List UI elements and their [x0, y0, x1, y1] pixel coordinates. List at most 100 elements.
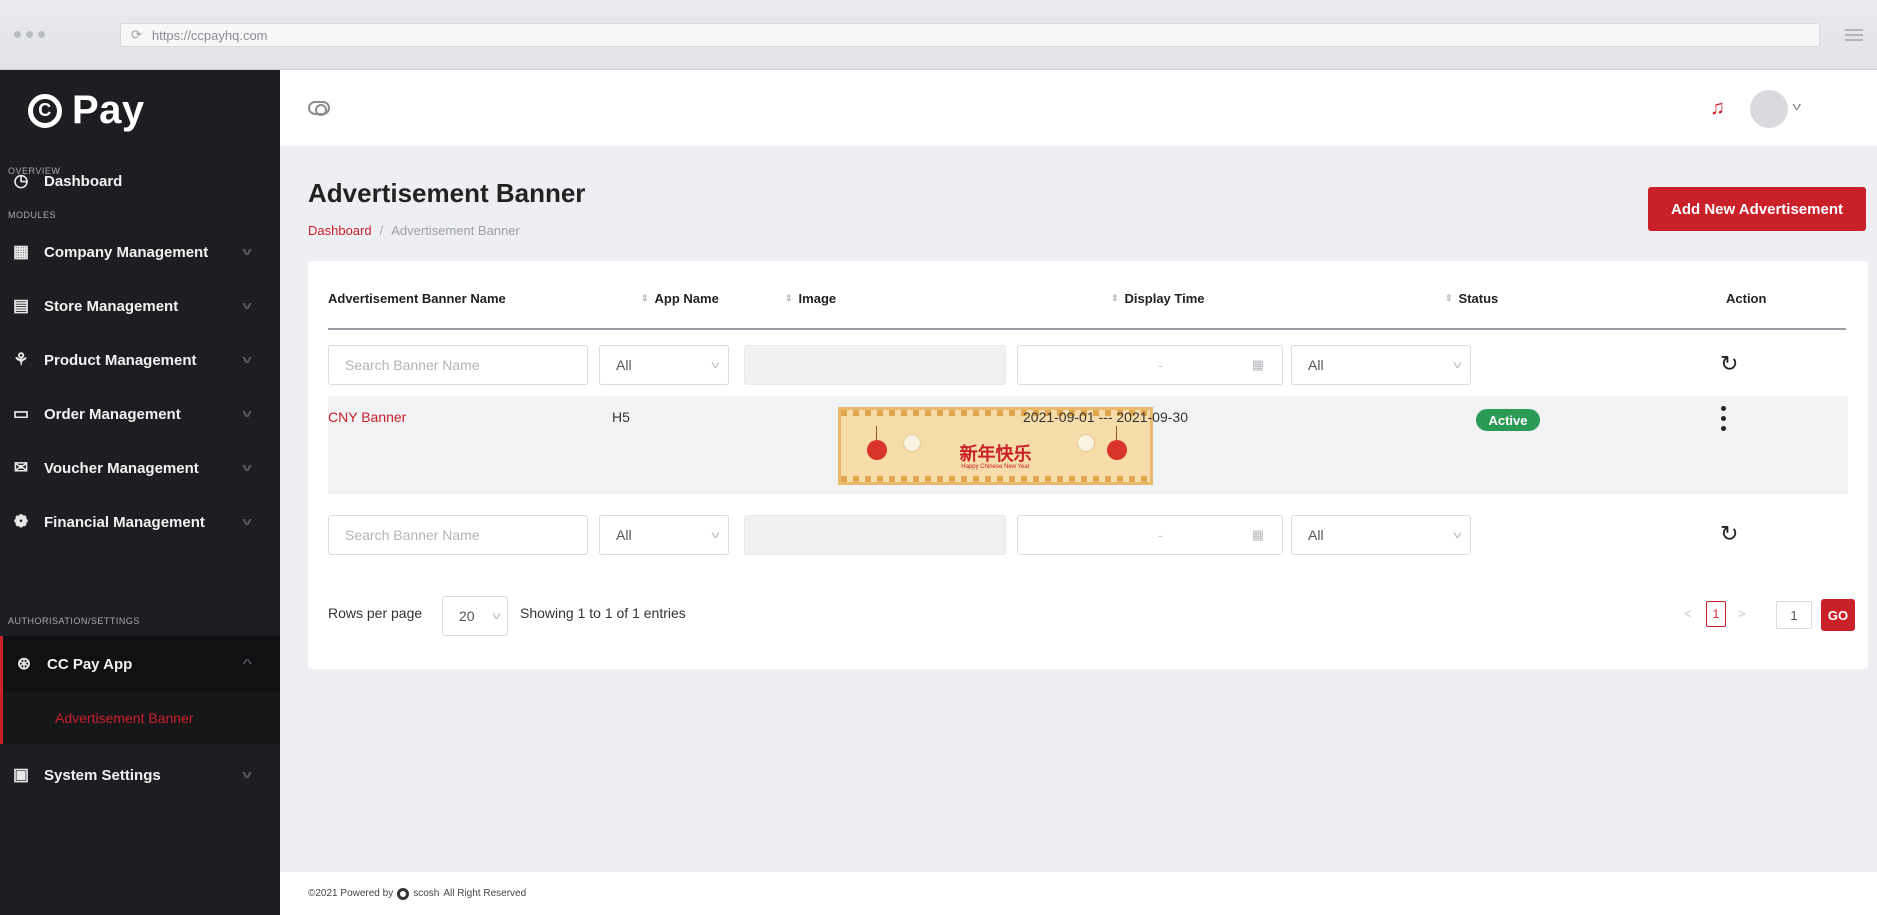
chevron-down-icon: v: [492, 610, 501, 622]
next-page-icon[interactable]: >: [1738, 606, 1746, 621]
voucher-icon: ✉: [13, 458, 29, 477]
column-header-label: App Name: [654, 291, 719, 306]
column-header-label: Status: [1458, 291, 1499, 306]
sidebar-item-dashboard[interactable]: ◷ Dashboard: [0, 158, 280, 204]
footer-suffix: All Right Reserved: [443, 888, 527, 899]
chevron-down-icon: v: [242, 300, 252, 312]
address-bar[interactable]: ⟳ https://ccpayhq.com: [120, 23, 1820, 47]
status-filter-select[interactable]: All v: [1291, 345, 1471, 385]
entries-summary: Showing 1 to 1 of 1 entries: [520, 605, 686, 621]
column-header-label: Advertisement Banner Name: [328, 291, 506, 306]
bell-icon[interactable]: ♫: [1710, 97, 1725, 120]
display-time-cell: 2021-09-01 --- 2021-09-30: [1023, 409, 1188, 425]
goto-page-input[interactable]: 1: [1776, 601, 1812, 629]
page-number-current[interactable]: 1: [1706, 601, 1726, 627]
chevron-down-icon: v: [242, 516, 252, 528]
banner-name-link[interactable]: CNY Banner: [328, 409, 406, 425]
sidebar-item-label: CC Pay App: [47, 655, 133, 673]
avatar[interactable]: [1750, 90, 1788, 128]
table-card: Advertisement Banner Name ⇕ App Name ⇕ I…: [308, 261, 1868, 669]
reload-icon[interactable]: ⟳: [131, 27, 142, 43]
sidebar-item-label: Financial Management: [44, 513, 205, 531]
sidebar-item-financial-management[interactable]: ❁ Financial Management v: [0, 499, 280, 545]
image-filter-disabled: [744, 345, 1006, 385]
breadcrumb-separator: /: [379, 223, 384, 238]
column-header-image[interactable]: ⇕ Image: [785, 291, 836, 306]
sidebar-item-store-management[interactable]: ▤ Store Management v: [0, 283, 280, 329]
header-divider: [328, 328, 1846, 330]
logo[interactable]: C Pay: [28, 88, 145, 133]
column-header-status[interactable]: ⇕ Status: [1445, 291, 1498, 306]
rows-per-page-select[interactable]: 20 v: [442, 596, 508, 636]
sidebar-item-label: Voucher Management: [44, 459, 199, 477]
select-value: All: [616, 357, 632, 373]
sidebar-item-label: Store Management: [44, 297, 179, 315]
sidebar-item-label: Dashboard: [44, 172, 123, 190]
sidebar-item-order-management[interactable]: ▭ Order Management v: [0, 391, 280, 437]
order-icon: ▭: [12, 404, 30, 423]
settings-icon: ▣: [12, 765, 30, 784]
chevron-up-icon: ^: [242, 658, 253, 670]
top-bar: ♫ v: [280, 70, 1877, 146]
app-name-cell: H5: [612, 409, 630, 425]
chevron-down-icon: v: [711, 359, 720, 371]
select-value: All: [1308, 357, 1324, 373]
sidebar-subitem-advertisement-banner[interactable]: Advertisement Banner: [0, 692, 280, 744]
prev-page-icon[interactable]: <: [1684, 606, 1692, 621]
browser-toolbar: ⟳ https://ccpayhq.com: [0, 0, 1877, 70]
store-icon: ▤: [12, 296, 30, 315]
chevron-down-icon: v: [242, 769, 252, 781]
search-banner-name-input[interactable]: Search Banner Name: [328, 345, 588, 385]
calendar-icon: ▦: [1251, 357, 1264, 372]
footer-brand: scosh: [413, 888, 440, 899]
chevron-down-icon: v: [242, 246, 252, 258]
page-footer: ©2021 Powered by scosh All Right Reserve…: [280, 872, 1877, 915]
chevron-down-icon: v: [1453, 359, 1462, 371]
select-value: All: [616, 527, 632, 543]
column-header-label: Action: [1726, 291, 1767, 306]
window-controls[interactable]: [14, 31, 45, 38]
scosh-logo-icon: [397, 887, 410, 900]
main-content: Advertisement Banner Dashboard / Adverti…: [280, 146, 1877, 915]
sidebar-item-cc-pay-app[interactable]: ⊛ CC Pay App ^: [0, 636, 280, 692]
chevron-down-icon: v: [242, 354, 252, 366]
go-button[interactable]: GO: [1821, 599, 1855, 631]
chevron-down-icon: v: [1453, 529, 1462, 541]
date-range-separator: -: [1158, 357, 1163, 373]
display-time-range-picker[interactable]: - ▦: [1017, 345, 1283, 385]
finance-icon: ❁: [13, 512, 29, 531]
sidebar-item-company-management[interactable]: ▦ Company Management v: [0, 229, 280, 275]
sort-icon: ⇕: [1111, 293, 1119, 303]
url-text: https://ccpayhq.com: [151, 27, 268, 43]
column-header-name[interactable]: Advertisement Banner Name: [328, 291, 506, 306]
app-name-filter-select[interactable]: All v: [599, 345, 729, 385]
app-name-filter-select-bottom[interactable]: All v: [599, 515, 729, 555]
chevron-down-icon[interactable]: v: [1792, 101, 1801, 113]
sidebar-item-label: System Settings: [44, 766, 161, 784]
row-actions-menu-icon[interactable]: [1721, 406, 1727, 431]
add-advertisement-button[interactable]: Add New Advertisement: [1648, 187, 1866, 231]
refresh-icon[interactable]: ↻: [1720, 351, 1738, 377]
section-label-settings: AUTHORISATION/SETTINGS: [8, 616, 140, 626]
date-range-separator: -: [1158, 527, 1163, 543]
search-banner-name-input-bottom[interactable]: Search Banner Name: [328, 515, 588, 555]
breadcrumb-home[interactable]: Dashboard: [308, 223, 372, 238]
speedometer-icon: ◷: [13, 171, 29, 190]
column-header-label: Image: [798, 291, 837, 306]
browser-menu-icon[interactable]: [1845, 29, 1863, 41]
sidebar-toggle-icon[interactable]: [308, 101, 330, 116]
section-label-modules: MODULES: [8, 210, 57, 220]
logo-text: Pay: [72, 88, 145, 132]
column-header-app-name[interactable]: ⇕ App Name: [641, 291, 719, 306]
sidebar-item-system-settings[interactable]: ▣ System Settings v: [0, 752, 280, 798]
display-time-range-picker-bottom[interactable]: - ▦: [1017, 515, 1283, 555]
column-header-display-time[interactable]: ⇕ Display Time: [1111, 291, 1205, 306]
select-value: 20: [459, 608, 475, 624]
refresh-icon[interactable]: ↻: [1720, 521, 1738, 547]
product-icon: ⚘: [13, 350, 29, 369]
status-filter-select-bottom[interactable]: All v: [1291, 515, 1471, 555]
sidebar-item-label: Product Management: [44, 351, 197, 369]
building-icon: ▦: [12, 242, 30, 261]
sidebar-item-voucher-management[interactable]: ✉ Voucher Management v: [0, 445, 280, 491]
sidebar-item-product-management[interactable]: ⚘ Product Management v: [0, 337, 280, 383]
